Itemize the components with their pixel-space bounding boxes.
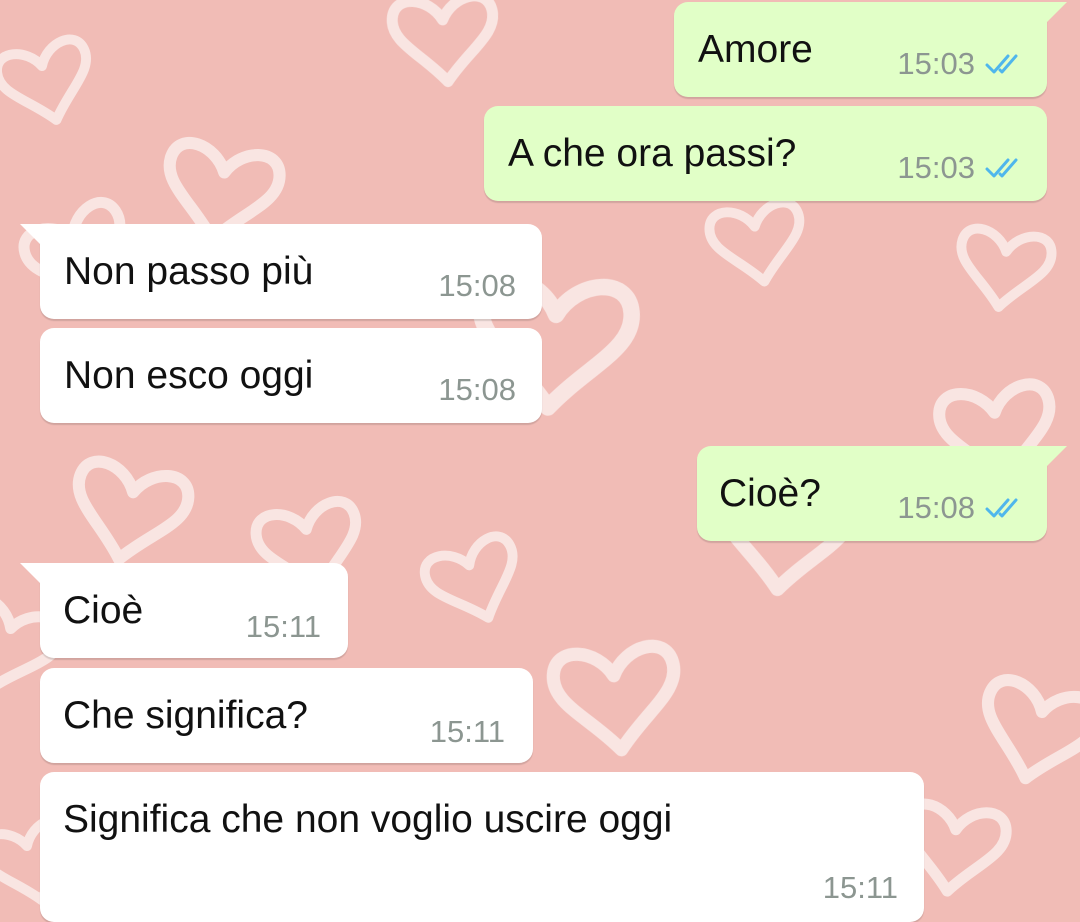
message-meta: 15:03 <box>897 48 1025 79</box>
message-meta: 15:08 <box>438 374 516 405</box>
double-check-read-icon <box>985 54 1018 73</box>
message-text: Non passo più <box>64 250 314 293</box>
message-text: Amore <box>698 28 813 71</box>
message-meta: 15:11 <box>430 716 505 747</box>
outgoing-message[interactable]: A che ora passi? 15:03 <box>484 106 1047 201</box>
incoming-message[interactable]: Non passo più 15:08 <box>20 224 542 319</box>
message-text: Cioè <box>63 589 144 632</box>
message-time: 15:03 <box>897 150 975 185</box>
message-time: 15:11 <box>429 714 505 749</box>
message-text: Che significa? <box>63 694 308 737</box>
bubble-tail <box>20 563 42 585</box>
message-time: 15:08 <box>438 268 516 303</box>
message-meta: 15:08 <box>438 270 516 301</box>
message-text: Non esco oggi <box>64 354 314 397</box>
message-text: Significa che non voglio uscire oggi <box>63 798 673 841</box>
message-meta: 15:11 <box>246 611 321 642</box>
message-time: 15:08 <box>438 372 516 407</box>
double-check-read-icon <box>985 158 1018 177</box>
message-time: 15:03 <box>897 46 975 81</box>
message-meta: 15:03 <box>897 152 1025 183</box>
message-time: 15:11 <box>245 609 321 644</box>
outgoing-message[interactable]: Cioè? 15:08 <box>697 446 1067 541</box>
message-meta: 15:11 <box>823 872 898 903</box>
incoming-message[interactable]: Non esco oggi 15:08 <box>40 328 542 423</box>
bubble-tail <box>1045 446 1067 468</box>
incoming-message[interactable]: Significa che non voglio uscire oggi 15:… <box>40 772 924 922</box>
message-time: 15:08 <box>897 490 975 525</box>
bubble-tail <box>20 224 42 246</box>
message-text: Cioè? <box>719 472 821 515</box>
incoming-message[interactable]: Che significa? 15:11 <box>40 668 533 763</box>
bubble-tail <box>1045 2 1067 24</box>
double-check-read-icon <box>985 498 1018 517</box>
chat-message-list[interactable]: Amore 15:03 A che ora passi? 15:03 Non p… <box>0 0 1080 922</box>
outgoing-message[interactable]: Amore 15:03 <box>674 2 1067 97</box>
incoming-message[interactable]: Cioè 15:11 <box>20 563 348 658</box>
message-time: 15:11 <box>822 870 898 905</box>
message-meta: 15:08 <box>897 492 1025 523</box>
message-text: A che ora passi? <box>508 132 797 175</box>
